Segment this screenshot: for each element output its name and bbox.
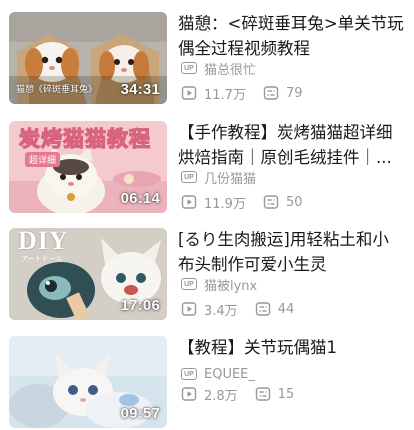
video-list: 猫憩《碎斑垂耳兔》 34:31 猫憩：<碎斑垂耳兔>单关节玩偶全过程视频教程 U… [0,0,414,430]
views-stat: 3.4万 [181,300,238,319]
uploader-name[interactable]: EQUEE_ [204,367,255,382]
uploader-row[interactable]: UP EQUEE_ [181,365,255,383]
stats-row: 11.7万 79 [181,84,320,103]
danmaku-icon [255,386,271,402]
uploader-name[interactable]: 猫被lynx [204,275,257,294]
thumbnail-caption: 炭烤猫猫教程 [18,126,151,151]
uploader-row[interactable]: UP 猫总很忙 [181,59,256,78]
video-duration: 34:31 [120,81,160,98]
video-title[interactable]: 猫憩：<碎斑垂耳兔>单关节玩偶全过程视频教程 [178,11,404,61]
video-duration: 17:06 [120,297,160,314]
up-icon: UP [181,62,197,74]
up-icon: UP [181,278,197,290]
uploader-name[interactable]: 猫总很忙 [204,59,256,78]
video-duration: 06:14 [120,190,160,207]
comments-stat: 44 [255,301,295,317]
up-icon: UP [181,368,197,380]
video-card[interactable]: 09:57 【教程】关节玩偶猫1 UP EQUEE_ 2.8万 15 [0,336,414,428]
comment-count: 50 [285,194,303,210]
comments-stat: 15 [255,386,295,402]
uploader-name[interactable]: 几份猫猫 [204,168,256,187]
video-card[interactable]: DIY アートドール 17:06 [るり生肉搬运]用轻粘土和小布头制作可爱小生灵… [0,228,414,320]
comments-stat: 50 [263,194,303,210]
comment-count: 44 [277,301,295,317]
play-count-icon [181,85,197,101]
video-thumbnail[interactable]: 炭烤猫猫教程 超详细 06:14 [9,121,167,213]
video-title[interactable]: 【手作教程】炭烤猫猫超详细烘焙指南｜原创毛绒挂件｜... [178,120,404,170]
play-count-icon [181,386,197,402]
stats-row: 11.9万 50 [181,193,320,212]
danmaku-icon [263,85,279,101]
comments-stat: 79 [263,85,303,101]
comment-count: 79 [285,85,303,101]
video-thumbnail[interactable]: 猫憩《碎斑垂耳兔》 34:31 [9,12,167,104]
video-card[interactable]: 猫憩《碎斑垂耳兔》 34:31 猫憩：<碎斑垂耳兔>单关节玩偶全过程视频教程 U… [0,12,414,104]
play-count-icon [181,194,197,210]
stats-row: 2.8万 15 [181,385,311,404]
thumbnail-caption: 猫憩《碎斑垂耳兔》 [16,85,98,95]
uploader-row[interactable]: UP 猫被lynx [181,275,257,294]
video-title[interactable]: [るり生肉搬运]用轻粘土和小布头制作可爱小生灵 [178,227,404,277]
view-count: 11.7万 [204,87,246,103]
views-stat: 11.9万 [181,193,246,212]
video-thumbnail[interactable]: 09:57 [9,336,167,428]
up-icon: UP [181,171,197,183]
views-stat: 11.7万 [181,84,246,103]
view-count: 2.8万 [204,388,238,404]
video-card[interactable]: 炭烤猫猫教程 超详细 06:14 【手作教程】炭烤猫猫超详细烘焙指南｜原创毛绒挂… [0,121,414,213]
thumbnail-caption: DIY [18,228,69,255]
comment-count: 15 [277,386,295,402]
views-stat: 2.8万 [181,385,238,404]
view-count: 3.4万 [204,303,238,319]
thumbnail-subcaption: 超详细 [25,152,61,167]
view-count: 11.9万 [204,196,246,212]
video-title[interactable]: 【教程】关节玩偶猫1 [178,335,404,360]
play-count-icon [181,301,197,317]
video-thumbnail[interactable]: DIY アートドール 17:06 [9,228,167,320]
uploader-row[interactable]: UP 几份猫猫 [181,168,256,187]
video-duration: 09:57 [120,405,160,422]
stats-row: 3.4万 44 [181,300,311,319]
danmaku-icon [255,301,271,317]
thumbnail-subcaption: アートドール [21,255,63,263]
danmaku-icon [263,194,279,210]
